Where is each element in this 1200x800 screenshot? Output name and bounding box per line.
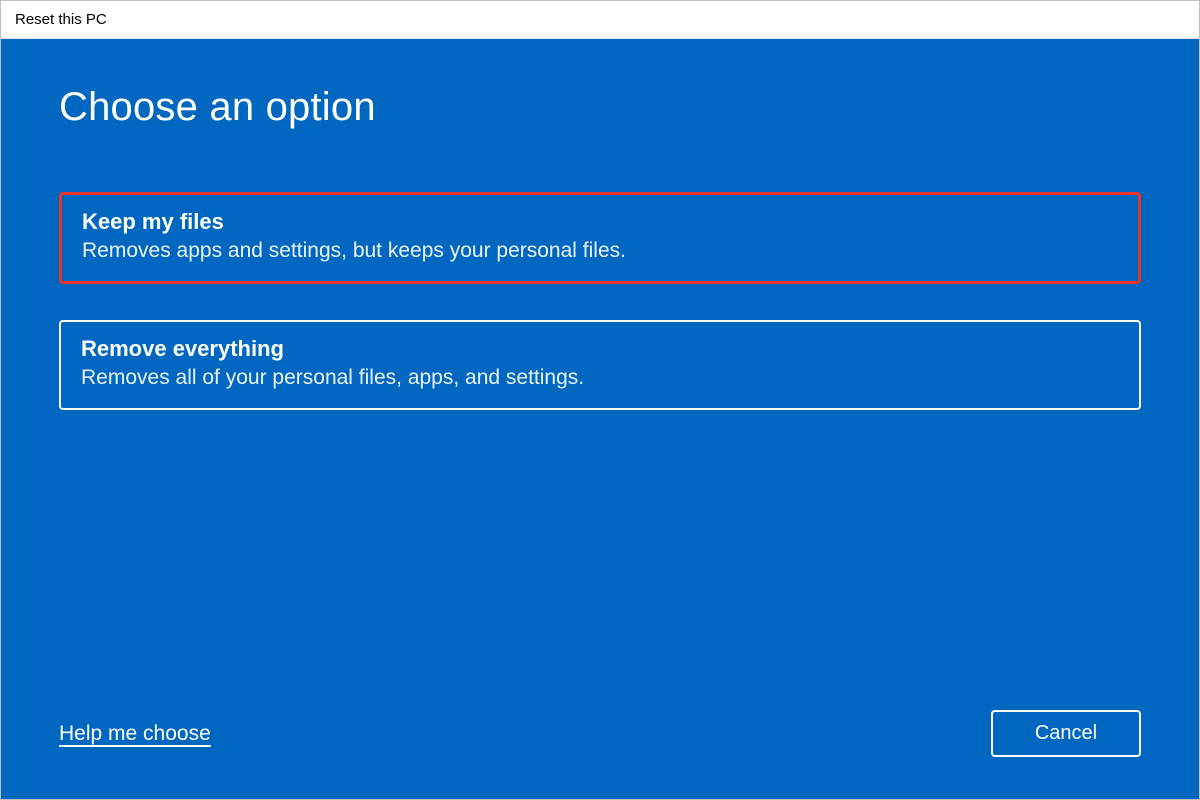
option-title: Remove everything <box>81 336 1119 362</box>
dialog-content: Choose an option Keep my files Removes a… <box>1 39 1199 799</box>
reset-pc-dialog: Reset this PC Choose an option Keep my f… <box>0 0 1200 800</box>
page-heading: Choose an option <box>59 85 1141 130</box>
option-title: Keep my files <box>82 209 1118 235</box>
option-remove-everything[interactable]: Remove everything Removes all of your pe… <box>59 320 1141 410</box>
help-me-choose-link[interactable]: Help me choose <box>59 722 211 746</box>
option-description: Removes apps and settings, but keeps you… <box>82 239 1118 263</box>
cancel-button[interactable]: Cancel <box>991 710 1141 757</box>
window-title: Reset this PC <box>15 11 107 28</box>
option-description: Removes all of your personal files, apps… <box>81 366 1119 390</box>
titlebar: Reset this PC <box>1 1 1199 39</box>
option-keep-my-files[interactable]: Keep my files Removes apps and settings,… <box>59 192 1141 284</box>
dialog-footer: Help me choose Cancel <box>59 710 1141 757</box>
